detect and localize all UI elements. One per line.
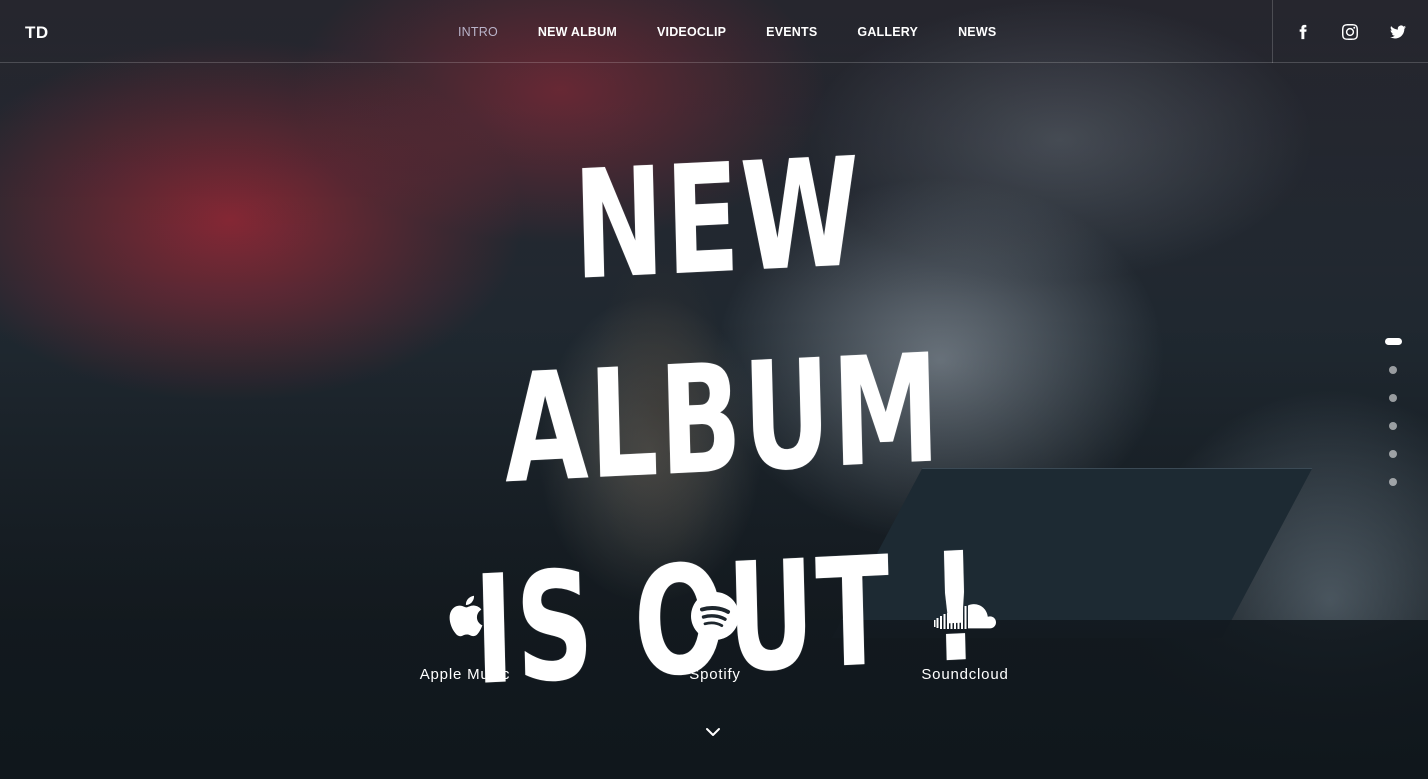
spotify-link[interactable]: Spotify: [650, 590, 780, 690]
headline-line-1: NEW ALBUM: [501, 126, 944, 518]
pagination-dot-6[interactable]: [1389, 478, 1397, 486]
soundcloud-link[interactable]: Soundcloud: [900, 590, 1030, 690]
apple-icon: [445, 590, 485, 642]
pagination-dot-1[interactable]: [1384, 338, 1402, 345]
pagination-dot-3[interactable]: [1389, 394, 1397, 402]
nav-item-gallery[interactable]: GALLERY: [837, 25, 938, 39]
pagination-dot-4[interactable]: [1389, 422, 1397, 430]
nav-item-videoclip[interactable]: VIDEOCLIP: [637, 25, 746, 39]
nav-item-intro[interactable]: INTRO: [438, 25, 518, 39]
chevron-down-icon[interactable]: [704, 723, 722, 741]
nav-item-events[interactable]: EVENTS: [746, 25, 837, 39]
spotify-label: Spotify: [689, 666, 741, 683]
nav-item-news[interactable]: NEWS: [938, 25, 1016, 39]
facebook-icon[interactable]: [1294, 23, 1312, 41]
streaming-links: Apple Music Spotify Soundcloud: [400, 590, 1030, 690]
pagination-dot-5[interactable]: [1389, 450, 1397, 458]
top-navigation-bar: TD INTRO NEW ALBUM VIDEOCLIP EVENTS GALL…: [0, 0, 1428, 63]
twitter-icon[interactable]: [1389, 23, 1407, 41]
nav-item-new-album[interactable]: NEW ALBUM: [518, 25, 637, 39]
apple-music-link[interactable]: Apple Music: [400, 590, 530, 690]
site-logo[interactable]: TD: [25, 23, 49, 43]
soundcloud-icon: [934, 590, 996, 642]
spotify-icon: [690, 590, 740, 642]
main-nav: INTRO NEW ALBUM VIDEOCLIP EVENTS GALLERY…: [438, 0, 1016, 63]
instagram-icon[interactable]: [1341, 23, 1359, 41]
social-links: [1272, 0, 1428, 63]
section-pagination: [1383, 338, 1403, 506]
pagination-dot-2[interactable]: [1389, 366, 1397, 374]
soundcloud-label: Soundcloud: [921, 666, 1009, 683]
apple-music-label: Apple Music: [419, 666, 511, 683]
